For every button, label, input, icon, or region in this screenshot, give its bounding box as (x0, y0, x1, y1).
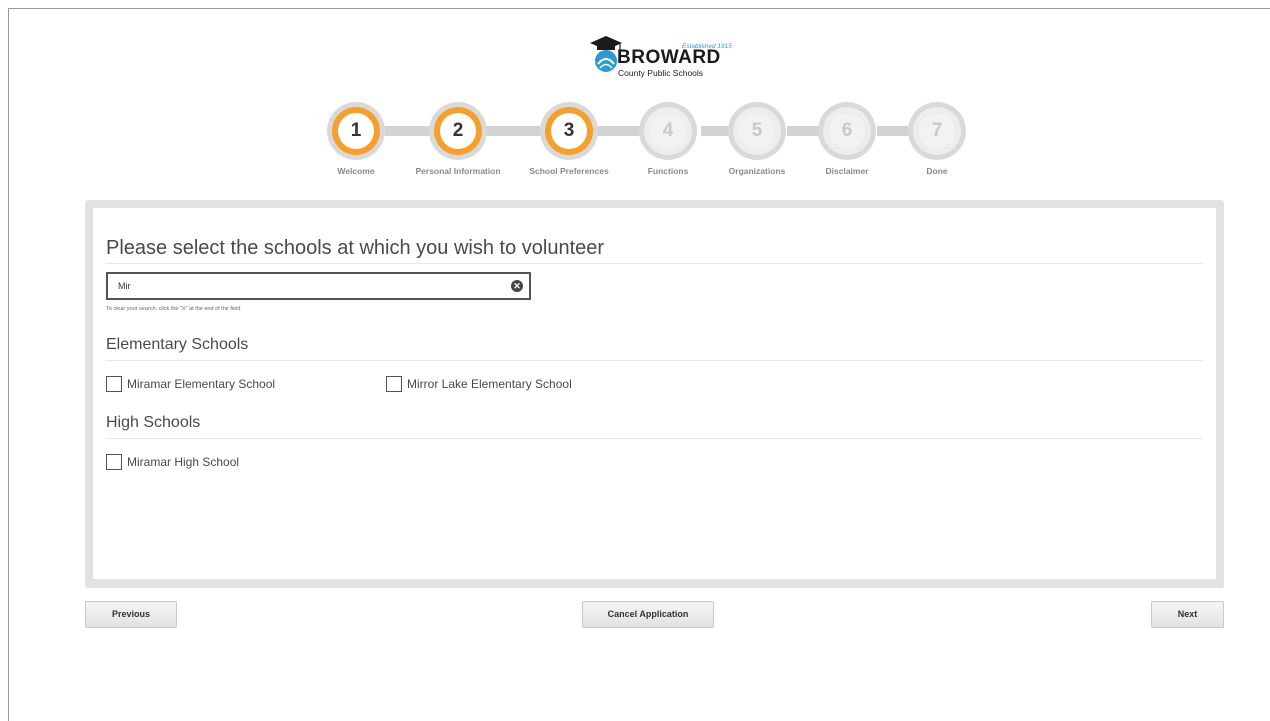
window-frame-left (8, 8, 9, 721)
search-hint: To clear your search, click the "X" at t… (106, 306, 241, 312)
school-search-input[interactable] (118, 279, 498, 293)
step-1-label: Welcome (337, 166, 375, 176)
school-label[interactable]: Miramar Elementary School (127, 377, 275, 391)
form-panel: Please select the schools at which you w… (85, 200, 1224, 588)
logo-name-text: BROWARD (617, 47, 721, 68)
step-number: 7 (919, 113, 955, 149)
step-2-circle: 2 (429, 102, 487, 160)
school-label[interactable]: Miramar High School (127, 455, 239, 469)
page-title: Please select the schools at which you w… (106, 237, 605, 259)
cancel-application-button[interactable]: Cancel Application (582, 601, 714, 628)
school-checkbox-mirror-lake-elementary[interactable]: Mirror Lake Elementary School (386, 376, 606, 392)
school-search-field[interactable]: ✕ (106, 272, 531, 300)
step-number: 4 (650, 113, 686, 149)
step-7-label: Done (926, 166, 948, 176)
step-number: 2 (440, 113, 476, 149)
step-7-circle: 7 (908, 102, 966, 160)
step-6-circle: 6 (818, 102, 876, 160)
step-number: 3 (551, 113, 587, 149)
step-4-label: Functions (647, 166, 689, 176)
step-number: 1 (338, 113, 374, 149)
section-title-high: High Schools (106, 414, 201, 431)
step-6-label: Disclaimer (825, 166, 869, 176)
step-1-circle: 1 (327, 102, 385, 160)
previous-button[interactable]: Previous (85, 601, 177, 628)
step-3-label: School Preferences (529, 166, 609, 176)
step-5-label: Organizations (728, 166, 786, 176)
close-circle-icon[interactable]: ✕ (511, 280, 523, 292)
checkbox[interactable] (106, 376, 122, 392)
step-2-label: Personal Information (415, 166, 501, 176)
step-number: 6 (829, 113, 865, 149)
broward-logo: Established 1915 BROWARD County Public S… (588, 34, 738, 78)
logo-subtitle-text: County Public Schools (618, 68, 704, 78)
checkbox[interactable] (386, 376, 402, 392)
step-5-circle: 5 (728, 102, 786, 160)
step-4-circle: 4 (639, 102, 697, 160)
divider (106, 438, 1203, 439)
divider (106, 263, 1203, 264)
school-label[interactable]: Mirror Lake Elementary School (407, 377, 572, 391)
step-3-circle: 3 (540, 102, 598, 160)
school-checkbox-miramar-elementary[interactable]: Miramar Elementary School (106, 376, 306, 392)
divider (106, 360, 1203, 361)
window-frame-top (8, 8, 1270, 9)
next-button[interactable]: Next (1151, 601, 1224, 628)
form-panel-content: Please select the schools at which you w… (93, 208, 1216, 579)
school-checkbox-miramar-high[interactable]: Miramar High School (106, 454, 286, 470)
step-number: 5 (739, 113, 775, 149)
checkbox[interactable] (106, 454, 122, 470)
section-title-elementary: Elementary Schools (106, 336, 249, 353)
